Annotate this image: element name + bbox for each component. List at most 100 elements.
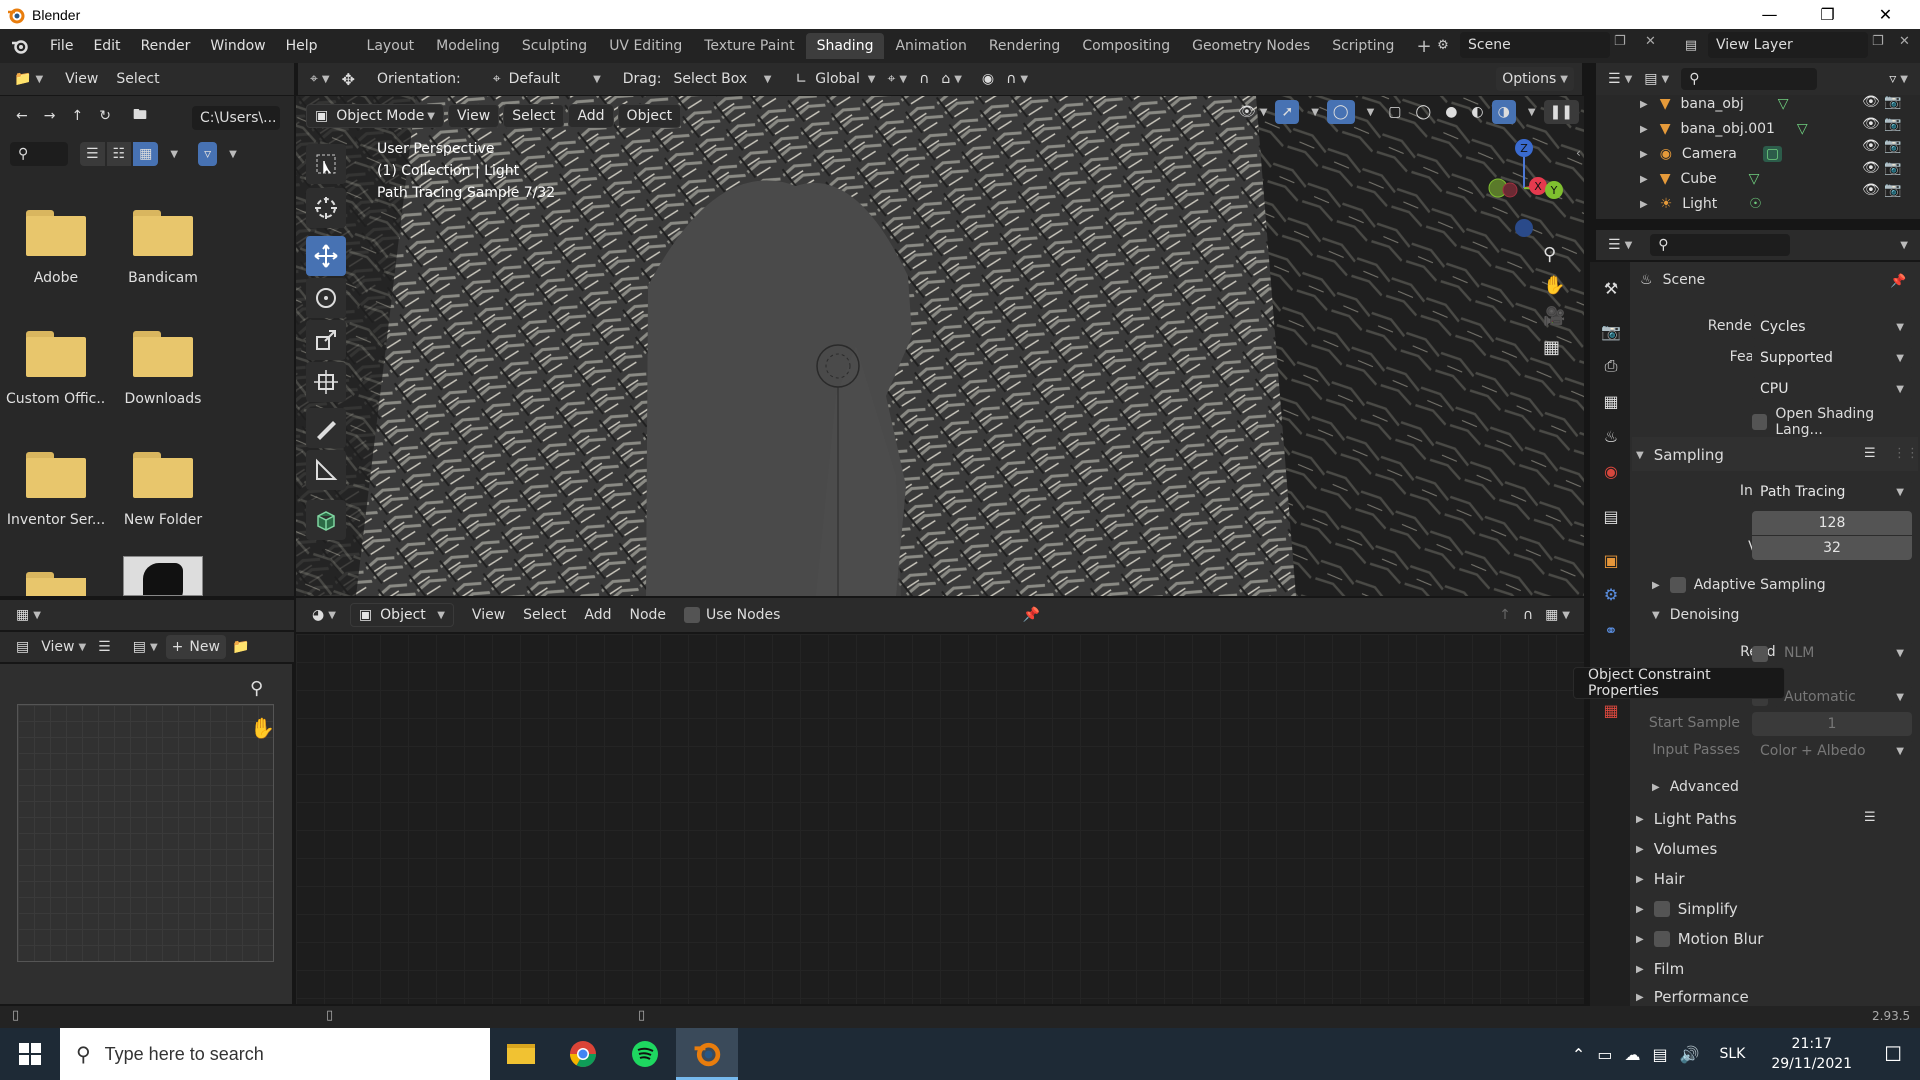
view-layer-properties-icon[interactable]: ▦ xyxy=(1597,387,1625,415)
select-box-tool-icon[interactable] xyxy=(306,144,346,184)
material-shading-icon[interactable]: ◐ xyxy=(1465,100,1489,124)
image-browse-icon[interactable]: ▤ ▼ xyxy=(127,635,164,659)
adaptive-sampling-section[interactable]: ▶ Adaptive Sampling xyxy=(1652,577,1826,593)
performance-section[interactable]: ▶ Performance xyxy=(1636,990,1749,1004)
notifications-icon[interactable]: ☐ xyxy=(1884,1042,1902,1066)
properties-options-icon[interactable]: ▼ xyxy=(1890,233,1914,257)
feature-set-dropdown[interactable]: Supported ▼ xyxy=(1752,346,1912,370)
modifier-properties-icon[interactable]: ⚙ xyxy=(1597,580,1625,608)
tab-layout[interactable]: Layout xyxy=(356,33,426,59)
pin-icon[interactable]: 📌 xyxy=(1016,603,1045,627)
tab-geometry-nodes[interactable]: Geometry Nodes xyxy=(1181,33,1321,59)
start-sample-field[interactable]: 1 xyxy=(1752,712,1912,736)
add-cube-tool-icon[interactable] xyxy=(306,500,346,540)
tool-settings-icon[interactable]: ⌖ ▼ xyxy=(304,67,336,91)
windows-start-icon[interactable] xyxy=(0,1043,60,1065)
viewport-select-menu[interactable]: Select xyxy=(503,104,565,128)
image-thumbnail[interactable] xyxy=(123,556,203,596)
image-view-menu[interactable]: View ▼ xyxy=(35,635,92,659)
pause-render-icon[interactable]: ❚❚ xyxy=(1543,100,1580,124)
osl-checkbox[interactable]: Open Shading Lang... xyxy=(1752,406,1920,438)
outliner-item[interactable]: ▶ ▼ bana_obj.001 ▽ xyxy=(1640,117,1808,141)
eye-icon[interactable]: 👁 📷 xyxy=(1862,138,1902,154)
cursor-tool-icon[interactable] xyxy=(306,188,346,228)
view-layer-field[interactable]: View Layer xyxy=(1708,32,1868,58)
falloff-curve-icon[interactable]: ∩ ▼ xyxy=(1000,67,1034,91)
editor-type-icon[interactable]: ☰ ▼ xyxy=(1602,233,1638,257)
proportional-edit-icon[interactable]: ◉ xyxy=(976,67,1000,91)
view-layer-icon[interactable]: ▤ xyxy=(1676,32,1706,58)
transform-icon[interactable]: ✥ xyxy=(336,67,361,91)
denoising-section[interactable]: ▼ Denoising xyxy=(1652,607,1739,623)
input-passes-dropdown[interactable]: Color + Albedo ▼ xyxy=(1752,739,1912,763)
overlays-dropdown-icon[interactable]: ▼ xyxy=(1357,100,1381,124)
file-select-menu[interactable]: Select xyxy=(110,67,165,91)
new-scene-icon[interactable]: ❐ xyxy=(1614,34,1626,49)
tray-expand-icon[interactable]: ⌃ xyxy=(1572,1045,1585,1064)
zoom-icon[interactable]: ⚲ xyxy=(250,678,263,699)
viewport-samples-field[interactable]: 32 xyxy=(1752,536,1912,560)
integrator-dropdown[interactable]: Path Tracing ▼ xyxy=(1752,480,1912,504)
delete-view-layer-icon[interactable]: ✕ xyxy=(1899,34,1910,49)
gizmo-toggle-icon[interactable]: ➚ xyxy=(1275,100,1300,124)
hair-section[interactable]: ▶ Hair xyxy=(1636,870,1685,888)
editor-type-icon[interactable]: 📁 ▼ xyxy=(8,67,49,91)
outliner-item[interactable]: ▶ ▼ bana_obj ▽ xyxy=(1640,92,1789,116)
menu-help[interactable]: Help xyxy=(276,38,328,54)
new-image-button[interactable]: + New xyxy=(165,635,226,659)
transform-tool-icon[interactable] xyxy=(306,362,346,402)
display-settings-chevron-icon[interactable]: ▼ xyxy=(160,142,184,166)
editor-type-icon[interactable]: ▦ ▼ xyxy=(10,603,47,627)
node-add-menu[interactable]: Add xyxy=(578,603,617,627)
node-editor-canvas[interactable] xyxy=(296,634,1584,1004)
constraint-properties-icon[interactable]: ⚭ xyxy=(1597,616,1625,644)
object-mode-dropdown[interactable]: ▣ Object Mode ▼ xyxy=(306,104,444,128)
editor-type-icon[interactable]: ☰ ▼ xyxy=(1602,67,1638,91)
maximize-button[interactable]: ❐ xyxy=(1799,0,1856,29)
hand-pan-icon[interactable]: ✋ xyxy=(250,716,275,740)
advanced-section[interactable]: ▶ Advanced xyxy=(1652,779,1739,795)
snap-target-icon[interactable]: ⌂ ▼ xyxy=(935,67,968,91)
tab-sculpting[interactable]: Sculpting xyxy=(511,33,598,59)
viewport-add-menu[interactable]: Add xyxy=(568,104,614,128)
pin-icon[interactable]: 📌 xyxy=(1890,274,1906,289)
eye-icon[interactable]: 👁 📷 xyxy=(1862,116,1902,132)
menu-file[interactable]: File xyxy=(40,38,83,54)
tab-texture-paint[interactable]: Texture Paint xyxy=(693,33,805,59)
delete-scene-icon[interactable]: ✕ xyxy=(1645,34,1656,49)
outliner-item[interactable]: ▶ ◉ Camera ▢ xyxy=(1640,142,1783,166)
transform-orientation-dropdown[interactable]: ∟ Global ▼ xyxy=(789,67,881,91)
properties-search-input[interactable]: ⚲ xyxy=(1650,234,1791,256)
orientation-dropdown[interactable]: ⌖ Default ▼ xyxy=(487,67,607,91)
close-button[interactable]: ✕ xyxy=(1857,0,1914,29)
folder-item[interactable]: Adobe xyxy=(6,210,106,286)
eye-icon[interactable]: 👁 📷 xyxy=(1862,160,1902,176)
camera-view-icon[interactable]: 🎥 xyxy=(1543,306,1565,327)
folder-item[interactable]: Inventor Ser... xyxy=(6,452,106,528)
world-properties-icon[interactable]: ◉ xyxy=(1597,457,1625,485)
collection-properties-icon[interactable]: ▤ xyxy=(1597,502,1625,530)
device-dropdown[interactable]: CPU ▼ xyxy=(1752,377,1912,401)
scale-tool-icon[interactable] xyxy=(306,320,346,360)
navigation-gizmo[interactable]: Z X Y xyxy=(1470,132,1570,242)
options-dropdown[interactable]: Options ▼ xyxy=(1496,67,1574,91)
texture-properties-icon[interactable]: ▦ xyxy=(1597,696,1625,724)
xray-icon[interactable]: ▢ xyxy=(1382,100,1407,124)
move-tool-icon[interactable] xyxy=(306,236,346,276)
folder-item[interactable]: New Folder xyxy=(113,452,213,528)
denoise-render-checkbox[interactable] xyxy=(1752,646,1768,662)
rotate-tool-icon[interactable] xyxy=(306,278,346,318)
overlays-icon[interactable]: ◯ xyxy=(1326,100,1355,124)
folder-item[interactable]: Downloads xyxy=(113,331,213,407)
image-mode-icon[interactable]: ▤ xyxy=(10,635,35,659)
node-node-menu[interactable]: Node xyxy=(623,603,672,627)
drag-handle-icon[interactable]: ⋮⋮ xyxy=(1893,446,1919,461)
clock[interactable]: 21:17 29/11/2021 xyxy=(1771,1034,1852,1074)
horizontal-list-icon[interactable]: ☷ xyxy=(106,142,132,166)
network-icon[interactable]: ▤ xyxy=(1652,1045,1667,1064)
wireframe-shading-icon[interactable]: ◯ xyxy=(1410,100,1438,124)
hand-pan-icon[interactable]: ✋ xyxy=(1543,275,1565,296)
node-snap-target-icon[interactable]: ▦ ▼ xyxy=(1539,603,1576,627)
scene-name-field[interactable]: Scene xyxy=(1460,32,1610,58)
ortho-grid-icon[interactable]: ▦ xyxy=(1543,337,1565,358)
